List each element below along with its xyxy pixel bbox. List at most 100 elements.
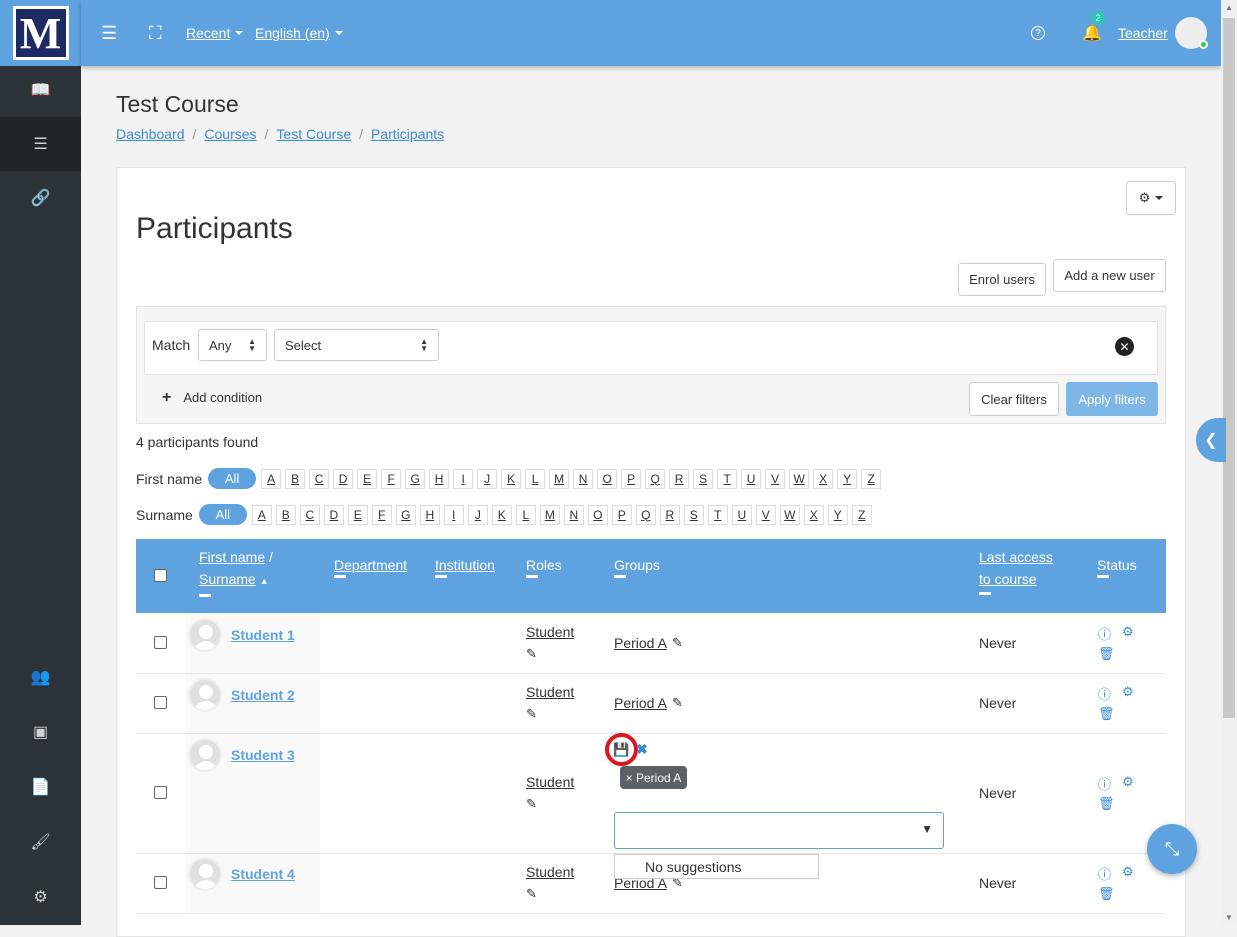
help-icon[interactable]: ? [1031, 0, 1045, 66]
surname-letter-n[interactable]: N [563, 504, 584, 525]
row-checkbox[interactable] [154, 636, 167, 649]
firstname-letter-p[interactable]: P [621, 468, 642, 489]
scroll-up-icon[interactable]: ▲ [1225, 3, 1233, 12]
surname-letter-c[interactable]: C [299, 504, 320, 525]
edit-role-pencil-icon[interactable]: ✎ [526, 886, 537, 902]
firstname-all-button[interactable]: All [208, 468, 257, 489]
breadcrumb-test-course[interactable]: Test Course [276, 126, 351, 142]
gear-icon[interactable]: ⚙ [1122, 684, 1134, 700]
collapse-column-icon[interactable] [614, 575, 626, 578]
firstname-letter-s[interactable]: S [693, 468, 714, 489]
firstname-letter-y[interactable]: Y [837, 468, 858, 489]
dropdown-arrow-icon[interactable]: ▼ [921, 822, 933, 836]
row-checkbox[interactable] [154, 876, 167, 889]
firstname-letter-q[interactable]: Q [645, 468, 666, 489]
save-icon[interactable]: 💾 [605, 733, 638, 766]
expand-arrows-icon[interactable]: ⤡ [1147, 824, 1197, 874]
archive-icon[interactable]: ▣ [0, 705, 81, 759]
firstname-letter-v[interactable]: V [765, 468, 786, 489]
edit-groups-pencil-icon[interactable]: ✎ [672, 695, 683, 711]
firstname-letter-r[interactable]: R [669, 468, 690, 489]
firstname-letter-u[interactable]: U [741, 468, 762, 489]
firstname-letter-k[interactable]: K [501, 468, 522, 489]
collapse-column-icon[interactable] [199, 594, 211, 597]
hamburger-menu-icon[interactable]: ☰ [101, 0, 117, 66]
surname-letter-h[interactable]: H [419, 504, 440, 525]
settings-menu-button[interactable]: ⚙ [1126, 181, 1176, 215]
surname-letter-j[interactable]: J [467, 504, 488, 525]
surname-letter-l[interactable]: L [515, 504, 536, 525]
users-icon[interactable]: 👥 [0, 650, 81, 704]
select-all-checkbox[interactable] [154, 569, 167, 582]
sort-department-link[interactable]: Department [334, 557, 407, 573]
gear-icon[interactable]: ⚙ [1122, 864, 1134, 880]
surname-letter-z[interactable]: Z [851, 504, 872, 525]
collapse-column-icon[interactable] [334, 575, 346, 578]
sort-last-access-link[interactable]: Last access [979, 549, 1053, 565]
firstname-letter-n[interactable]: N [573, 468, 594, 489]
firstname-letter-a[interactable]: A [261, 468, 282, 489]
group-chip[interactable]: × Period A [620, 766, 687, 789]
info-icon[interactable]: ⓘ [1098, 684, 1111, 703]
collapse-column-icon[interactable] [526, 575, 538, 578]
row-checkbox[interactable] [154, 696, 167, 709]
list-icon[interactable]: ☰ [0, 117, 81, 171]
sort-firstname-link[interactable]: First name [199, 549, 265, 565]
edit-role-pencil-icon[interactable]: ✎ [526, 646, 537, 662]
enrol-users-button[interactable]: Enrol users [958, 263, 1046, 296]
surname-letter-u[interactable]: U [731, 504, 752, 525]
firstname-letter-d[interactable]: D [333, 468, 354, 489]
surname-letter-s[interactable]: S [683, 504, 704, 525]
collapse-column-icon[interactable] [979, 592, 991, 595]
surname-letter-o[interactable]: O [587, 504, 608, 525]
surname-letter-g[interactable]: G [395, 504, 416, 525]
surname-letter-i[interactable]: I [443, 504, 464, 525]
gear-icon[interactable]: ⚙ [1122, 624, 1134, 640]
group-autocomplete-input[interactable]: ▼ [614, 812, 944, 849]
participant-name-link[interactable]: Student 3 [231, 747, 295, 763]
firstname-letter-i[interactable]: I [453, 468, 474, 489]
fullscreen-icon[interactable]: ⛶ [149, 0, 162, 66]
firstname-letter-x[interactable]: X [813, 468, 834, 489]
firstname-letter-g[interactable]: G [405, 468, 426, 489]
firstname-letter-b[interactable]: B [285, 468, 306, 489]
participant-name-link[interactable]: Student 2 [231, 687, 295, 703]
surname-letter-p[interactable]: P [611, 504, 632, 525]
trash-icon[interactable]: 🗑 [1098, 796, 1115, 812]
site-logo[interactable]: M [0, 0, 81, 66]
breadcrumb-dashboard[interactable]: Dashboard [116, 126, 185, 142]
surname-letter-t[interactable]: T [707, 504, 728, 525]
surname-letter-r[interactable]: R [659, 504, 680, 525]
surname-letter-m[interactable]: M [539, 504, 560, 525]
info-icon[interactable]: ⓘ [1098, 774, 1111, 793]
participant-name-link[interactable]: Student 1 [231, 627, 295, 643]
surname-letter-w[interactable]: W [779, 504, 800, 525]
surname-letter-f[interactable]: F [371, 504, 392, 525]
trash-icon[interactable]: 🗑 [1098, 706, 1115, 722]
sort-last-access-link-line2[interactable]: to course [979, 571, 1037, 587]
firstname-letter-e[interactable]: E [357, 468, 378, 489]
apply-filters-button[interactable]: Apply filters [1066, 382, 1158, 416]
drawer-toggle-chevron-left-icon[interactable]: ❮ [1196, 418, 1226, 462]
edit-groups-pencil-icon[interactable]: ✎ [672, 635, 683, 651]
surname-letter-d[interactable]: D [323, 504, 344, 525]
participant-name-link[interactable]: Student 4 [231, 866, 295, 882]
edit-role-pencil-icon[interactable]: ✎ [526, 796, 537, 812]
firstname-letter-w[interactable]: W [789, 468, 810, 489]
firstname-letter-z[interactable]: Z [861, 468, 882, 489]
surname-letter-y[interactable]: Y [827, 504, 848, 525]
remove-condition-icon[interactable]: ✕ [1115, 337, 1134, 356]
info-icon[interactable]: ⓘ [1098, 624, 1111, 643]
sort-institution-link[interactable]: Institution [435, 557, 495, 573]
surname-letter-k[interactable]: K [491, 504, 512, 525]
breadcrumb-courses[interactable]: Courses [204, 126, 256, 142]
field-select[interactable]: Select ▲ ▼ [274, 329, 439, 361]
brush-icon[interactable]: 🖌 [0, 815, 81, 869]
bell-icon[interactable]: 🔔 2 [1082, 0, 1105, 66]
surname-letter-e[interactable]: E [347, 504, 368, 525]
add-new-user-button[interactable]: Add a new user [1053, 259, 1166, 292]
scroll-down-icon[interactable]: ▼ [1225, 913, 1233, 922]
info-icon[interactable]: ⓘ [1098, 864, 1111, 883]
file-icon[interactable]: 📄 [0, 760, 81, 814]
user-menu[interactable]: Teacher [1118, 0, 1168, 66]
